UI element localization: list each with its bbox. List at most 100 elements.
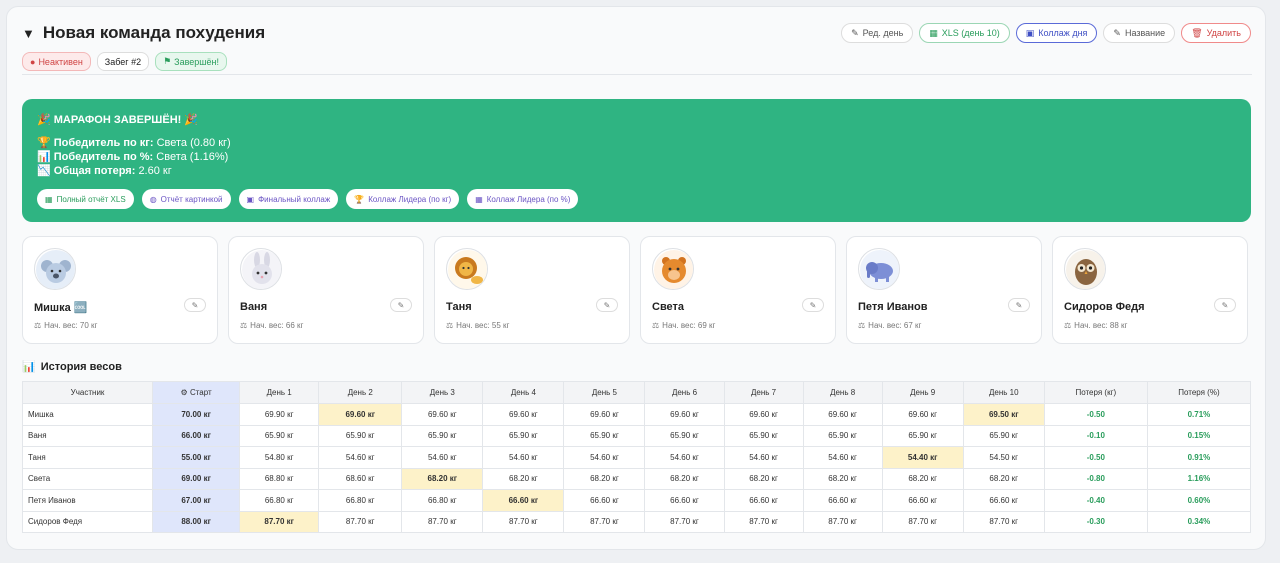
table-cell: -0.50 <box>1043 446 1148 469</box>
participant-name-cell: Мишка <box>21 403 154 426</box>
member-start-weight: ⚖ Нач. вес: 70 кг <box>34 321 97 330</box>
edit-member-button[interactable]: ✎ <box>184 298 206 312</box>
member-name: Мишка 🆒 <box>34 302 88 314</box>
rename-button[interactable]: ✎ Название <box>1103 23 1176 43</box>
table-cell: 65.90 кг <box>482 424 565 447</box>
banner-title-text: МАРАФОН ЗАВЕРШЁН! <box>53 114 182 126</box>
table-cell: 66.60 кг <box>802 489 883 512</box>
button-label: Удалить <box>1206 28 1241 38</box>
table-cell: 68.20 кг <box>644 467 725 490</box>
button-label: Название <box>1124 28 1166 38</box>
table-cell: -0.80 <box>1043 467 1148 490</box>
edit-day-button[interactable]: ✎ Ред. день <box>841 23 914 43</box>
table-cell: 54.50 кг <box>962 446 1045 469</box>
leader-collage-pct-button[interactable]: ▦ Коллаж Лидера (по %) <box>467 189 579 209</box>
marathon-banner: 🎉 МАРАФОН ЗАВЕРШЁН! 🎉 🏆 Победитель по кг… <box>22 99 1251 222</box>
race-badge: Забег #2 <box>96 52 150 71</box>
table-cell: 87.70 кг <box>318 510 403 533</box>
column-header-label: День 5 <box>591 388 617 397</box>
column-header: Потеря (%) <box>1146 381 1252 404</box>
weight-label: Нач. вес: 55 кг <box>456 321 510 330</box>
button-label: Полный отчёт XLS <box>56 194 126 204</box>
table-cell: 69.60 кг <box>318 403 403 426</box>
table-cell: 0.71% <box>1146 403 1252 426</box>
column-header: День 5 <box>563 381 646 404</box>
status-badge-done: ⚑ Завершён! <box>155 52 228 71</box>
table-cell: 68.20 кг <box>723 467 804 490</box>
winner-pct-value: Света (1.16%) <box>156 151 229 163</box>
weight-label: Нач. вес: 88 кг <box>1074 321 1128 330</box>
table-cell: 69.60 кг <box>563 403 646 426</box>
xls-button[interactable]: ▦ XLS (день 10) <box>919 23 1010 43</box>
lion-avatar-icon <box>446 248 488 290</box>
pencil-icon: ✎ <box>1015 300 1023 310</box>
column-header-label: День 6 <box>671 388 698 397</box>
delete-button[interactable]: 🗑 Удалить <box>1181 23 1251 43</box>
table-cell: 54.60 кг <box>563 446 646 469</box>
divider <box>22 74 1252 75</box>
table-row: Сидоров Федя 88.00 кг 87.70 кг 87.70 кг 87.7… <box>21 510 1252 533</box>
table-row: Таня 55.00 кг 54.80 кг 54.60 кг 54.60 кг 54.6… <box>21 446 1252 469</box>
trophy-icon: 🏆 <box>354 194 365 204</box>
edit-member-button[interactable]: ✎ <box>802 298 824 312</box>
table-cell: 65.90 кг <box>563 424 646 447</box>
chart-icon: 📊 <box>22 361 36 373</box>
column-header-label: День 2 <box>347 388 373 397</box>
collapse-toggle-icon[interactable]: ▼ <box>22 26 35 41</box>
table-cell: 66.60 кг <box>482 489 565 512</box>
pencil-icon: ✎ <box>1221 300 1229 310</box>
final-collage-button[interactable]: ▣ Финальный коллаж <box>238 189 339 209</box>
pencil-icon: ✎ <box>1113 27 1121 38</box>
table-cell: 54.60 кг <box>644 446 725 469</box>
image-report-button[interactable]: ◍ Отчёт картинкой <box>141 189 231 209</box>
weight-label: Нач. вес: 67 кг <box>868 321 922 330</box>
table-cell: 66.80 кг <box>239 489 320 512</box>
member-start-weight: ⚖ Нач. вес: 55 кг <box>446 321 509 330</box>
edit-member-button[interactable]: ✎ <box>390 298 412 312</box>
day-collage-button[interactable]: ▣ Коллаж дня <box>1015 23 1098 43</box>
edit-member-button[interactable]: ✎ <box>596 298 618 312</box>
table-row: Петя Иванов 67.00 кг 66.80 кг 66.80 кг 66.80… <box>21 489 1252 512</box>
total-loss-value: 2.60 кг <box>138 165 172 177</box>
table-cell: 69.60 кг <box>401 403 484 426</box>
edit-member-button[interactable]: ✎ <box>1214 298 1236 312</box>
page-title: Новая команда похудения <box>42 23 266 42</box>
trophy-icon: 🏆 <box>37 137 51 149</box>
scale-icon: ⚖ <box>858 321 866 330</box>
member-card: Сидоров Федя ✎ ⚖ Нач. вес: 88 кг <box>1052 236 1248 344</box>
full-report-xls-button[interactable]: ▦ Полный отчёт XLS <box>37 189 134 209</box>
table-cell: 87.70 кг <box>401 510 484 533</box>
table-cell: 65.90 кг <box>644 424 725 447</box>
weight-label: Нач. вес: 66 кг <box>250 321 304 330</box>
member-start-weight: ⚖ Нач. вес: 69 кг <box>652 321 715 330</box>
banner-buttons: ▦ Полный отчёт XLS ◍ Отчёт картинкой ▣ Фина… <box>37 189 1236 209</box>
total-loss: 📉 Общая потеря: 2.60 кг <box>37 164 1236 178</box>
winner-kg-value: Света (0.80 кг) <box>156 137 231 149</box>
table-cell: 87.70 кг <box>644 510 725 533</box>
scale-icon: ⚖ <box>1064 321 1072 330</box>
scale-icon: ⚖ <box>652 321 660 330</box>
table-cell: 54.80 кг <box>239 446 320 469</box>
table-cell: 69.50 кг <box>962 403 1045 426</box>
column-header: День 8 <box>802 381 883 404</box>
edit-member-button[interactable]: ✎ <box>1008 298 1030 312</box>
column-header: День 10 <box>962 381 1045 404</box>
button-label: XLS (день 10) <box>941 28 1000 38</box>
table-cell: 68.20 кг <box>482 467 565 490</box>
table-cell: 87.70 кг <box>962 510 1045 533</box>
member-card: Таня ✎ ⚖ Нач. вес: 55 кг <box>434 236 630 344</box>
spreadsheet-icon: ▦ <box>929 27 938 38</box>
koala-avatar-icon <box>34 248 76 290</box>
weight-label: Нач. вес: 69 кг <box>662 321 716 330</box>
table-cell: 65.90 кг <box>802 424 883 447</box>
column-header: День 1 <box>239 381 320 404</box>
pencil-icon: ✎ <box>191 300 199 310</box>
badge-label: Забег #2 <box>104 56 142 67</box>
table-header-row: Участник ⚙ Старт День 1 День 2 День 3 День 4 Д… <box>21 381 1252 404</box>
chart-icon: 📊 <box>37 151 51 163</box>
trash-icon: 🗑 <box>1191 27 1203 38</box>
winner-kg: 🏆 Победитель по кг: Света (0.80 кг) <box>37 136 1236 150</box>
member-name: Сидоров Федя <box>1064 301 1145 313</box>
leader-collage-kg-button[interactable]: 🏆 Коллаж Лидера (по кг) <box>346 189 460 209</box>
table-cell: 65.90 кг <box>962 424 1045 447</box>
